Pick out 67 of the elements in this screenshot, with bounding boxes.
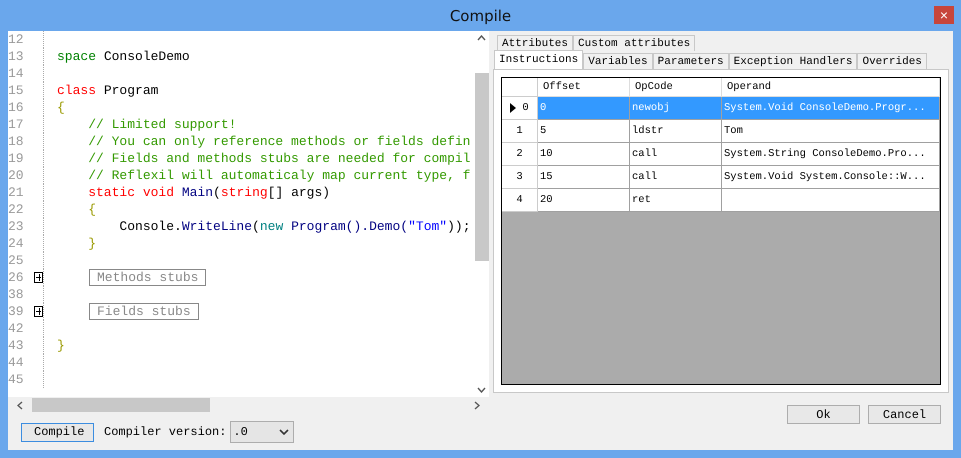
line-number: 13 <box>8 49 25 64</box>
compiler-version-dropdown[interactable]: .0 <box>230 421 294 443</box>
table-cell: newobj <box>630 97 722 120</box>
code-line: class Program <box>57 83 158 98</box>
tab[interactable]: Parameters <box>652 53 729 69</box>
line-number: 14 <box>8 66 25 81</box>
row-header[interactable]: 0 <box>502 97 538 120</box>
tab[interactable]: Attributes <box>497 35 574 51</box>
line-number: 23 <box>8 219 25 234</box>
scroll-right-icon[interactable] <box>474 400 480 410</box>
scroll-left-icon[interactable] <box>17 400 23 410</box>
row-header[interactable]: 3 <box>502 166 538 189</box>
dialog-button[interactable]: Cancel <box>868 405 941 424</box>
table-cell: System.Void ConsoleDemo.Progr... <box>722 97 940 120</box>
tab[interactable]: Custom attributes <box>573 35 696 51</box>
collapsed-region[interactable]: Methods stubs <box>89 269 206 286</box>
line-number: 12 <box>8 32 25 47</box>
code-line: // You can only reference methods or fields defin <box>87 134 470 149</box>
line-number: 39 <box>8 304 25 319</box>
dialog-button[interactable]: Ok <box>787 405 860 424</box>
line-number: 38 <box>8 287 25 302</box>
table-cell: 20 <box>538 189 630 212</box>
code-line: // Reflexil will automaticaly map current type, f <box>87 168 470 183</box>
close-button[interactable]: × <box>934 6 954 24</box>
tab[interactable]: Variables <box>583 53 653 69</box>
tab[interactable]: Overrides <box>857 53 927 69</box>
current-row-icon <box>510 103 516 113</box>
line-number: 15 <box>8 83 25 98</box>
line-number: 26 <box>8 270 25 285</box>
code-line: Console.WriteLine(new Program().Demo("Tom")); <box>118 219 471 234</box>
code-line: } <box>57 338 65 353</box>
compile-button[interactable]: Compile <box>21 422 94 442</box>
line-number: 17 <box>8 117 25 132</box>
code-line: static void Main(string[] args) <box>87 185 330 200</box>
code-line: } <box>87 236 96 251</box>
expand-icon[interactable] <box>34 272 43 283</box>
code-line: space ConsoleDemo <box>57 49 190 64</box>
line-number: 21 <box>8 185 25 200</box>
row-header[interactable]: 4 <box>502 189 538 212</box>
table-cell: ret <box>630 189 722 212</box>
row-header[interactable]: 2 <box>502 143 538 166</box>
line-number: 42 <box>8 321 25 336</box>
code-line: // Limited support! <box>87 117 236 132</box>
tab[interactable]: Exception Handlers <box>728 53 858 69</box>
line-number: 16 <box>8 100 25 115</box>
compiler-version-label: Compiler version: <box>104 425 226 439</box>
scroll-down-icon[interactable] <box>477 387 486 393</box>
code-line: { <box>87 202 96 217</box>
row-header[interactable]: 1 <box>502 120 538 143</box>
line-number: 22 <box>8 202 25 217</box>
collapsed-region[interactable]: Fields stubs <box>89 303 199 320</box>
window-title: Compile <box>450 6 512 24</box>
expand-icon[interactable] <box>34 306 43 317</box>
line-number: 44 <box>8 355 25 370</box>
line-number: 18 <box>8 134 25 149</box>
line-number: 20 <box>8 168 25 183</box>
line-number: 25 <box>8 253 25 268</box>
line-number: 19 <box>8 151 25 166</box>
code-line: { <box>57 100 65 115</box>
tab[interactable]: Instructions <box>494 50 584 69</box>
scroll-up-icon[interactable] <box>477 35 486 41</box>
chevron-down-icon <box>279 429 290 435</box>
line-number: 43 <box>8 338 25 353</box>
line-number: 45 <box>8 372 25 387</box>
code-line: // Fields and methods stubs are needed for compil <box>87 151 470 166</box>
table-cell: 0 <box>538 97 630 120</box>
line-number: 24 <box>8 236 25 251</box>
